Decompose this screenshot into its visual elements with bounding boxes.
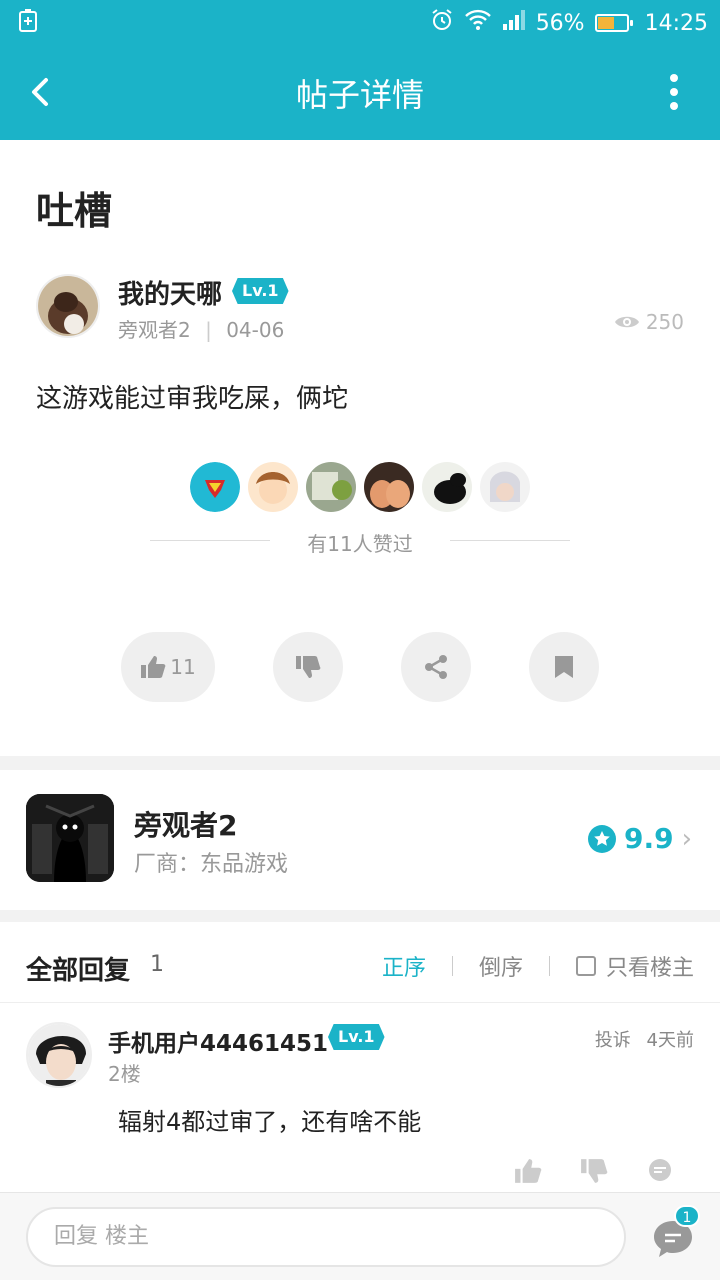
reply-avatar[interactable] [26, 1022, 92, 1088]
replies-count: 1 [150, 952, 164, 977]
view-count: 250 [614, 310, 684, 334]
game-developer: 厂商：东品游戏 [134, 852, 289, 877]
post-date: 04-06 [226, 318, 285, 342]
reply-time: 4天前 [646, 1030, 694, 1051]
liker-avatar[interactable] [364, 462, 414, 512]
game-score: 9.9 › [587, 822, 692, 855]
replies-header: 全部回复 [26, 956, 131, 986]
comment-count-badge: 1 [674, 1205, 700, 1227]
like-button[interactable]: 11 [121, 632, 215, 702]
chevron-right-icon: › [681, 823, 692, 854]
dislike-button[interactable] [273, 632, 343, 702]
liker-avatar[interactable] [190, 462, 240, 512]
reply-level-badge: Lv.1 [328, 1024, 385, 1050]
thumbs-down-icon [296, 656, 321, 678]
signal-icon [502, 10, 526, 36]
section-divider [0, 756, 720, 770]
clock: 14:25 [644, 10, 708, 36]
alarm-icon [430, 8, 454, 38]
only-op-checkbox[interactable] [575, 956, 596, 976]
author-avatar[interactable] [36, 274, 100, 338]
game-name: 旁观者2 [134, 809, 238, 842]
status-bar: 56% 14:25 [0, 0, 720, 42]
share-icon [425, 655, 447, 679]
reply-dislike-button[interactable] [580, 1158, 608, 1188]
battery-saver-icon [18, 9, 38, 37]
game-card[interactable]: 旁观者2 厂商：东品游戏 9.9 › [0, 770, 720, 910]
bottom-reply-bar: 回复 楼主 1 [0, 1192, 720, 1280]
liker-avatar[interactable] [248, 462, 298, 512]
post-source: 旁观者2 [118, 318, 191, 342]
bookmark-icon [555, 656, 573, 678]
sort-ascending[interactable]: 正序 [382, 950, 426, 982]
eye-icon [614, 316, 639, 328]
author-name[interactable]: 我的天哪 [118, 274, 222, 311]
sort-descending[interactable]: 倒序 [479, 950, 523, 982]
post-title: 吐槽 [36, 189, 113, 233]
wifi-icon [464, 9, 492, 37]
thumbs-up-icon [515, 1159, 542, 1183]
app-bar: 帖子详情 [0, 42, 720, 140]
level-badge: Lv.1 [232, 278, 289, 304]
liker-avatar[interactable] [306, 462, 356, 512]
battery-percent: 56% [535, 10, 585, 36]
post-content: 这游戏能过审我吃屎，俩坨 [36, 384, 349, 414]
game-icon [26, 794, 114, 882]
likes-summary: 有11人赞过 [150, 528, 570, 556]
liker-avatars[interactable] [190, 462, 530, 512]
liker-avatar[interactable] [480, 462, 530, 512]
comment-icon [649, 1159, 671, 1181]
reply-username[interactable]: 手机用户44461451 [108, 1024, 328, 1058]
reply-like-button[interactable] [514, 1158, 542, 1188]
section-divider [0, 910, 720, 922]
post-card: 吐槽 我的天哪 Lv.1 旁观者2 | 04-06 250 这游戏能过审我吃屎，… [0, 140, 720, 756]
share-button[interactable] [401, 632, 471, 702]
battery-icon [594, 14, 633, 32]
author-meta: 旁观者2 | 04-06 [118, 318, 285, 342]
reply-floor: 2楼 [108, 1062, 141, 1086]
more-options-button[interactable] [654, 72, 694, 112]
star-icon [587, 824, 616, 853]
thumbs-up-icon [141, 656, 166, 678]
liker-avatar[interactable] [422, 462, 472, 512]
reply-comment-button[interactable] [646, 1158, 674, 1188]
only-op-label[interactable]: 只看楼主 [606, 950, 694, 982]
page-title: 帖子详情 [295, 76, 424, 114]
report-link[interactable]: 投诉 [595, 1030, 631, 1051]
replies-section: 全部回复 1 正序 倒序 只看楼主 手机用户44461451 Lv.1 2楼 投… [0, 922, 720, 1192]
reply-content: 辐射4都过审了，还有啥不能 [118, 1108, 422, 1136]
thumbs-down-icon [581, 1159, 608, 1183]
reply-input[interactable]: 回复 楼主 [26, 1207, 626, 1267]
bookmark-button[interactable] [529, 632, 599, 702]
